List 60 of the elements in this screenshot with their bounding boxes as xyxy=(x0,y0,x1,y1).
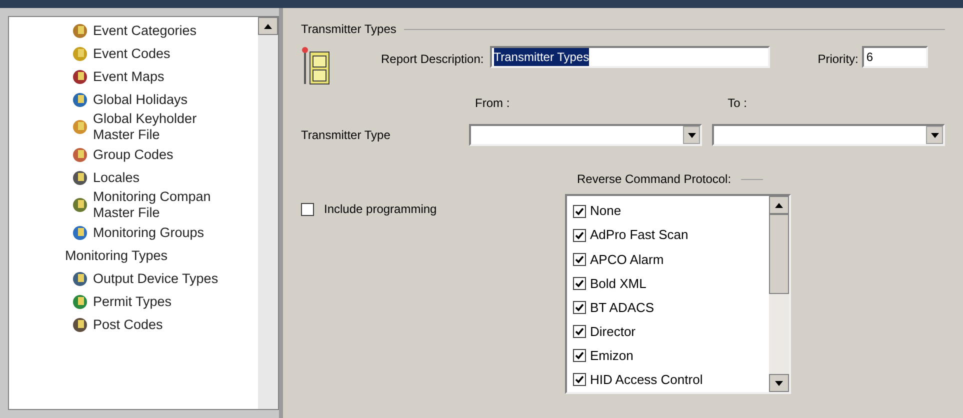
to-label: To : xyxy=(728,95,748,112)
dropdown[interactable] xyxy=(712,124,945,146)
checkbox[interactable] xyxy=(573,276,586,290)
from-label: From : xyxy=(475,95,510,112)
tree-item[interactable]: Event Maps xyxy=(71,65,258,88)
scroll-down-icon[interactable] xyxy=(769,374,789,392)
checkbox[interactable] xyxy=(573,349,586,362)
checkbox[interactable] xyxy=(573,373,586,386)
scrollbar[interactable] xyxy=(258,17,278,409)
tree-item-icon xyxy=(71,292,89,310)
protocol-label[interactable]: None xyxy=(590,201,622,221)
tree-item[interactable]: Event Codes xyxy=(71,42,258,65)
tree-item-icon xyxy=(71,316,89,334)
tree-item-icon xyxy=(71,90,89,108)
checkbox[interactable] xyxy=(301,202,314,216)
protocol-label[interactable]: Director xyxy=(590,322,636,342)
include-programming-label: Include programming xyxy=(324,201,437,218)
dropdown[interactable] xyxy=(469,124,702,146)
scrollbar[interactable] xyxy=(769,196,789,392)
protocol-title: Reverse Command Protocol: xyxy=(577,171,732,188)
tree-item-icon xyxy=(71,68,89,86)
protocol-label[interactable]: BT ADACS xyxy=(590,298,654,318)
scroll-up-icon[interactable] xyxy=(769,196,789,214)
checkbox[interactable] xyxy=(573,204,586,218)
tree-item[interactable]: Global Holidays xyxy=(71,88,258,111)
tree-item[interactable]: Event Categories xyxy=(71,19,258,42)
tree-item-icon xyxy=(71,168,89,186)
tree-item[interactable]: Locales xyxy=(71,166,258,189)
protocol-label[interactable]: APCO Alarm xyxy=(590,250,664,270)
tree-item[interactable]: Monitoring Types xyxy=(65,244,258,267)
tree-item[interactable]: Output Device Types xyxy=(71,267,258,290)
protocol-label[interactable]: HID Access Control xyxy=(590,370,703,390)
tree-item-icon xyxy=(71,22,89,40)
priority-field[interactable]: 6 xyxy=(862,46,928,68)
report-description-label: Report Description: xyxy=(381,51,484,68)
scroll-thumb[interactable] xyxy=(769,214,789,294)
tree-item[interactable]: Group Codes xyxy=(71,143,258,166)
checkbox[interactable] xyxy=(573,228,586,242)
priority-label: Priority: xyxy=(818,51,858,68)
checkbox[interactable] xyxy=(573,252,586,266)
tree-item-icon xyxy=(71,224,89,242)
transmitter-type-label: Transmitter Type xyxy=(301,127,392,144)
tree-item[interactable]: Monitoring Compan Master File xyxy=(71,189,258,221)
protocol-label[interactable]: AdPro Fast Scan xyxy=(590,225,688,245)
tree-item-icon xyxy=(71,196,89,214)
checkbox[interactable] xyxy=(573,301,586,314)
scroll-up-icon[interactable] xyxy=(258,17,278,35)
tree-item-icon xyxy=(71,270,89,288)
checkbox[interactable] xyxy=(573,325,586,338)
protocol-label[interactable]: Bold XML xyxy=(590,274,646,294)
group-title: Transmitter Types xyxy=(301,21,396,38)
tree-item[interactable]: Post Codes xyxy=(71,313,258,336)
tree-item[interactable]: Monitoring Groups xyxy=(71,221,258,244)
tree-item-icon xyxy=(71,146,89,164)
tree-item-icon xyxy=(71,118,89,136)
report-description-field[interactable]: Transmitter Types xyxy=(490,46,770,68)
tree-item[interactable]: Global Keyholder Master File xyxy=(71,111,258,143)
protocol-label[interactable]: Emizon xyxy=(590,346,634,366)
tree-item[interactable]: Permit Types xyxy=(71,290,258,313)
tree-item-icon xyxy=(71,44,89,62)
